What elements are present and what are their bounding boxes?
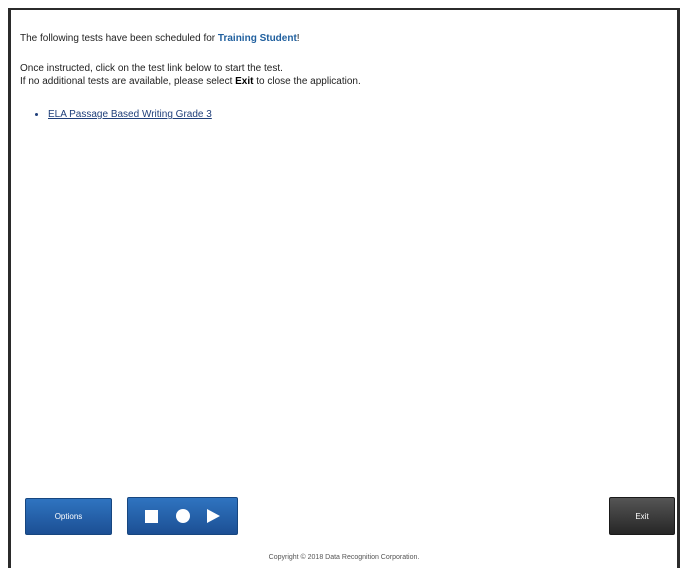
test-list: ELA Passage Based Writing Grade 3 (34, 108, 660, 121)
instruction-line-2-prefix: If no additional tests are available, pl… (20, 76, 236, 87)
student-name: Training Student (217, 33, 297, 44)
list-item: ELA Passage Based Writing Grade 3 (34, 108, 660, 121)
instruction-exit-word: Exit (235, 76, 254, 87)
instructions: Once instructed, click on the test link … (20, 62, 660, 88)
options-button[interactable]: Options (25, 498, 112, 535)
test-link[interactable]: ELA Passage Based Writing Grade 3 (48, 109, 212, 120)
options-button-label: Options (54, 512, 83, 521)
exit-button[interactable]: Exit (609, 497, 675, 535)
media-controls (127, 497, 238, 535)
main-content: The following tests have been scheduled … (20, 32, 660, 121)
play-button[interactable] (203, 505, 225, 527)
play-icon (207, 509, 220, 523)
exit-button-label: Exit (635, 511, 649, 521)
stop-button[interactable] (141, 505, 163, 527)
record-button[interactable] (172, 505, 194, 527)
scheduled-message: The following tests have been scheduled … (20, 32, 660, 45)
instruction-line-1: Once instructed, click on the test link … (20, 63, 283, 74)
scheduled-suffix: ! (296, 33, 300, 44)
copyright-footer: Copyright © 2018 Data Recognition Corpor… (268, 554, 420, 561)
stop-icon (145, 509, 158, 523)
instruction-line-2-suffix: to close the application. (253, 76, 361, 87)
scheduled-prefix: The following tests have been scheduled … (20, 33, 218, 44)
record-icon (175, 509, 190, 523)
